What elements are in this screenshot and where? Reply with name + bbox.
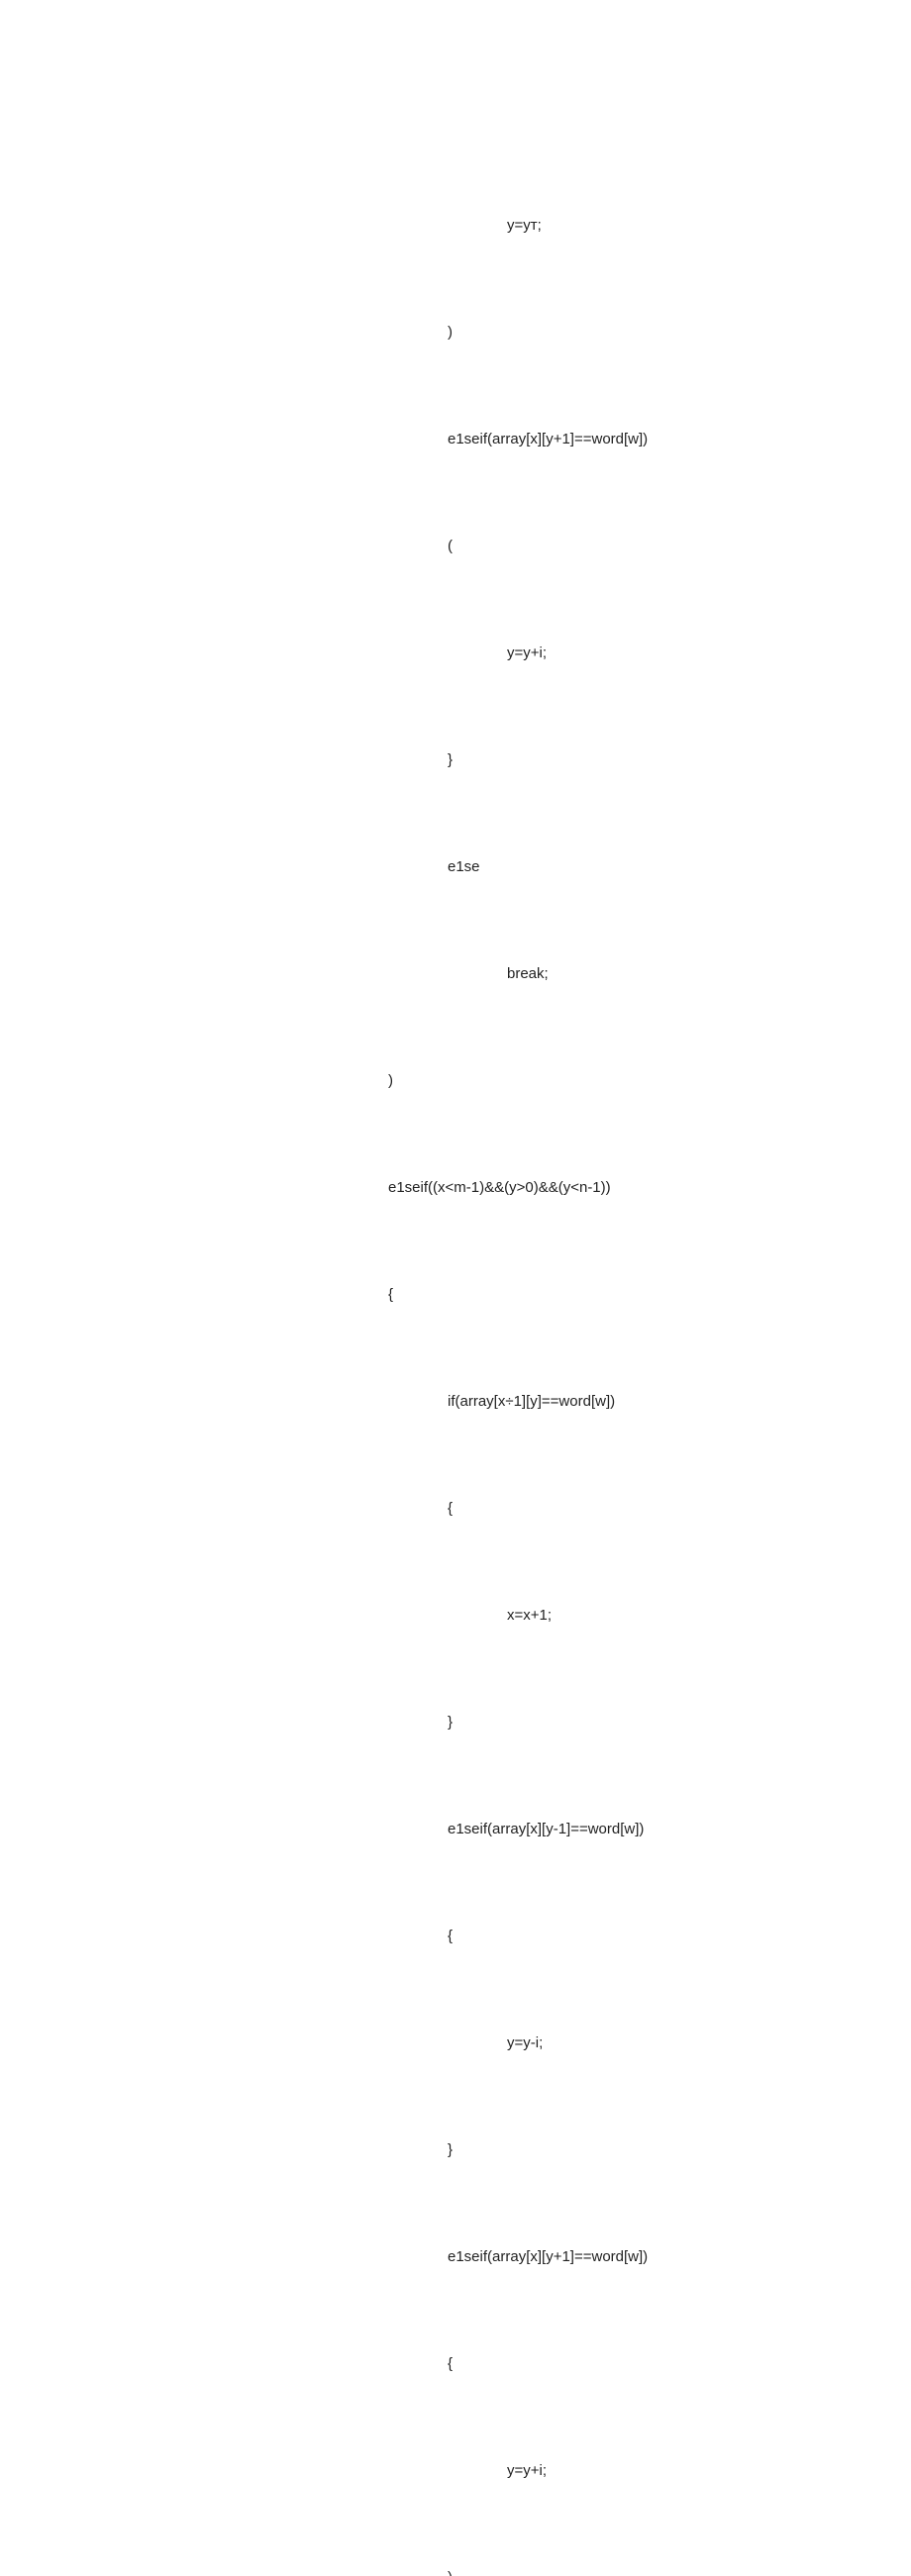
code-line: x=x+1; (0, 1598, 911, 1634)
code-line: { (0, 1277, 911, 1313)
code-line: } (0, 743, 911, 778)
code-line: } (0, 2132, 911, 2168)
code-line: ) (0, 2560, 911, 2576)
code-line: ( (0, 529, 911, 564)
code-line: e1seif((x<m-1)&&(y>0)&&(y<n-1)) (0, 1170, 911, 1206)
code-line: } (0, 1705, 911, 1740)
code-line: { (0, 2346, 911, 2382)
code-line: { (0, 1919, 911, 1954)
code-line: break; (0, 956, 911, 992)
code-line: { (0, 1491, 911, 1527)
code-line: e1se (0, 849, 911, 885)
code-line: if(array[x÷1][y]==word[w]) (0, 1384, 911, 1420)
document-page: y=yт; ) e1seif(array[x][y+1]==word[w]) (… (0, 0, 911, 1288)
code-line: e1seif(array[x][y-1]==word[w]) (0, 1812, 911, 1847)
code-line: y=y-i; (0, 2026, 911, 2061)
code-block: y=yт; ) e1seif(array[x][y+1]==word[w]) (… (0, 137, 911, 2576)
code-line: e1seif(array[x][y+1]==word[w]) (0, 2239, 911, 2275)
code-line: y=y+i; (0, 636, 911, 671)
code-line: ) (0, 1063, 911, 1099)
code-line: y=y+i; (0, 2453, 911, 2489)
code-line: ) (0, 315, 911, 350)
code-line: e1seif(array[x][y+1]==word[w]) (0, 422, 911, 457)
code-line: y=yт; (0, 208, 911, 244)
